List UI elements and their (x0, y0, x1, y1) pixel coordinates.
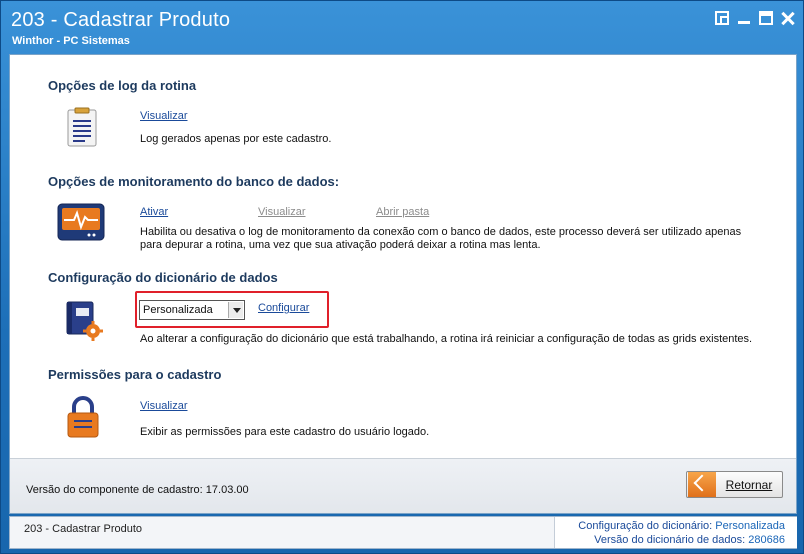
dictionary-configurar-link[interactable]: Configurar (258, 302, 309, 314)
permissoes-visualizar-link[interactable]: Visualizar (140, 400, 188, 412)
dictionary-description: Ao alterar a configuração do dicionário … (140, 333, 753, 345)
maximize-icon[interactable] (759, 11, 773, 25)
minimize-icon[interactable] (737, 11, 751, 25)
retornar-label: Retornar (725, 477, 773, 492)
status-dictionary-info: Configuração do dicionário: Personalizad… (554, 517, 797, 548)
lock-icon (63, 395, 103, 439)
log-document-icon (63, 107, 103, 151)
status-config-value: Personalizada (715, 520, 785, 532)
status-bar: 203 - Cadastrar Produto Configuração do … (9, 516, 797, 549)
component-version-label: Versão do componente de cadastro: 17.03.… (26, 484, 249, 496)
section-title-permissoes: Permissões para o cadastro (48, 367, 222, 382)
monitor-description-line1: Habilita ou desativa o log de monitorame… (140, 226, 742, 238)
log-description: Log gerados apenas por este cadastro. (140, 133, 332, 145)
section-title-log: Opções de log da rotina (48, 78, 197, 93)
footer-area: Versão do componente de cadastro: 17.03.… (10, 458, 796, 513)
retornar-button[interactable]: Retornar (686, 471, 783, 498)
status-routine-name: 203 - Cadastrar Produto (24, 523, 143, 535)
dictionary-book-icon (63, 298, 103, 342)
monitor-description-line2: para depurar a rotina, uma vez que sua a… (140, 239, 541, 251)
section-title-dicionario: Configuração do dicionário de dados (48, 270, 278, 285)
back-arrow-icon (688, 472, 716, 497)
status-version-value: 280686 (748, 534, 785, 546)
permissoes-description: Exibir as permissões para este cadastro … (140, 426, 430, 438)
section-title-monitor: Opções de monitoramento do banco de dado… (48, 174, 340, 189)
dictionary-config-select[interactable]: Personalizada (139, 300, 245, 320)
dictionary-select-value: Personalizada (143, 304, 213, 316)
status-version-key: Versão do dicionário de dados: (594, 534, 746, 546)
monitor-icon (56, 201, 106, 245)
status-config-line: Configuração do dicionário: Personalizad… (578, 520, 785, 532)
main-area: Opções de log da rotina Visualizar Log g… (10, 55, 796, 458)
content-panel: Opções de log da rotina Visualizar Log g… (9, 54, 797, 514)
chevron-down-icon[interactable] (228, 302, 243, 318)
status-version-line: Versão do dicionário de dados: 280686 (594, 534, 785, 546)
close-icon[interactable] (781, 11, 795, 25)
restore-icon[interactable] (715, 11, 729, 25)
log-visualizar-link[interactable]: Visualizar (140, 110, 188, 122)
monitor-abrir-pasta-link[interactable]: Abrir pasta (376, 206, 429, 218)
app-window: 203 - Cadastrar Produto Winthor - PC Sis… (0, 0, 804, 554)
monitor-visualizar-link[interactable]: Visualizar (258, 206, 306, 218)
window-title: 203 - Cadastrar Produto (11, 9, 231, 31)
window-controls (715, 11, 795, 25)
monitor-ativar-link[interactable]: Ativar (140, 206, 168, 218)
status-config-key: Configuração do dicionário: (578, 520, 713, 532)
window-subtitle: Winthor - PC Sistemas (12, 35, 130, 47)
